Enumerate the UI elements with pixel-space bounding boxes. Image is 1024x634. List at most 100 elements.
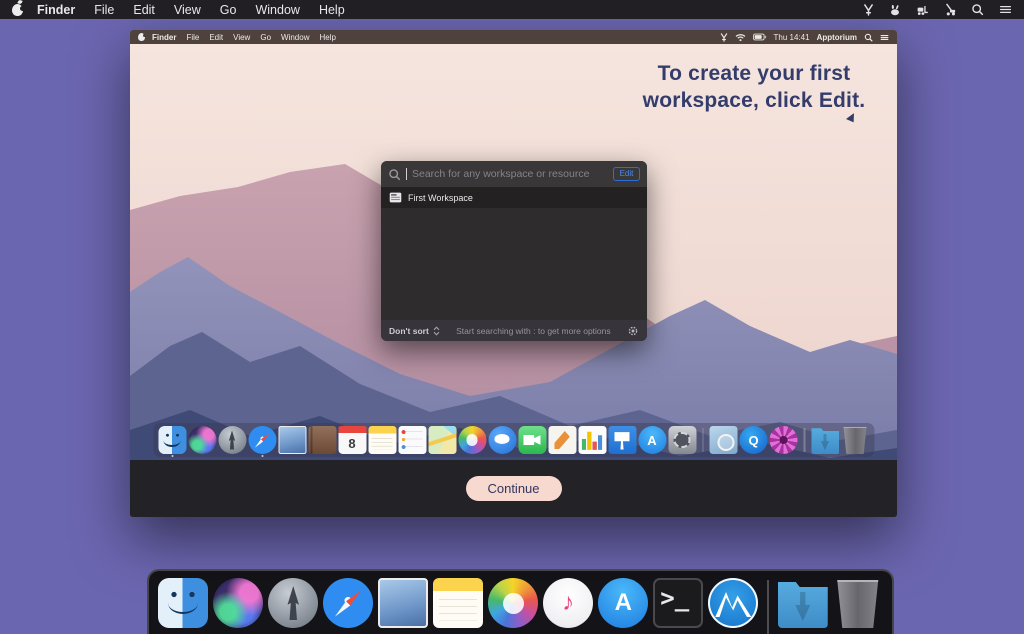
inner-vendor-menu[interactable]: Apptorium [817, 33, 857, 42]
rabbit-icon[interactable] [889, 4, 901, 16]
keynote-icon[interactable] [608, 426, 636, 454]
dock-item [668, 426, 696, 454]
dock-item: 8 [338, 426, 366, 454]
inner-menubar-item-help[interactable]: Help [319, 33, 335, 42]
trash-icon[interactable] [841, 426, 869, 454]
apple-logo-icon[interactable] [12, 4, 23, 16]
continue-button[interactable]: Continue [466, 476, 562, 501]
search-input[interactable] [412, 168, 608, 180]
dock-item [710, 426, 738, 454]
workspace-search-palette: Edit First Workspace Don't sort Start se… [381, 161, 647, 341]
mail-icon[interactable] [378, 578, 428, 628]
menubar-item-help[interactable]: Help [319, 3, 345, 17]
menu-bar: Finder File Edit View Go Window Help [0, 0, 1024, 19]
menubar-status-area [863, 3, 1012, 16]
search-icon[interactable] [971, 3, 984, 16]
inner-clock[interactable]: Thu 14:41 [774, 33, 810, 42]
dock-item [708, 578, 758, 634]
numbers-icon[interactable] [578, 426, 606, 454]
photos-icon[interactable] [458, 426, 486, 454]
terminal-icon[interactable]: >_ [653, 578, 703, 628]
menu-list-icon[interactable] [880, 33, 889, 42]
menubar-item-go[interactable]: Go [220, 3, 237, 17]
forklift-icon[interactable] [916, 4, 929, 16]
pages-icon[interactable] [548, 426, 576, 454]
menubar-app-name[interactable]: Finder [37, 3, 75, 17]
dock-item [378, 578, 428, 634]
menubar-item-edit[interactable]: Edit [133, 3, 155, 17]
mail-icon[interactable] [278, 426, 306, 454]
contacts-icon[interactable] [308, 426, 336, 454]
dock-item [608, 426, 636, 454]
finder-icon[interactable] [158, 426, 186, 454]
apple-logo-icon[interactable] [138, 33, 145, 41]
dock-item [323, 578, 373, 634]
search-icon[interactable] [864, 33, 873, 42]
menu-list-icon[interactable] [999, 3, 1012, 16]
inner-menubar-item-edit[interactable]: Edit [209, 33, 223, 42]
utility-tool-icon[interactable] [863, 4, 874, 16]
workspace-result-row[interactable]: First Workspace [381, 187, 647, 208]
utility-tool-icon[interactable] [720, 33, 728, 42]
sort-dropdown-label[interactable]: Don't sort [389, 326, 429, 336]
launchpad-icon[interactable] [218, 426, 246, 454]
app-store-icon[interactable]: A [598, 578, 648, 628]
menubar-item-file[interactable]: File [94, 3, 114, 17]
dock-item: Q [740, 426, 768, 454]
launchpad-icon[interactable] [268, 578, 318, 628]
finder-icon[interactable] [158, 578, 208, 628]
downloads-icon[interactable] [778, 578, 828, 628]
safari-icon[interactable] [323, 578, 373, 628]
inner-menubar-item-go[interactable]: Go [260, 33, 271, 42]
menubar-item-view[interactable]: View [174, 3, 201, 17]
workspaces-icon[interactable] [708, 578, 758, 628]
dock-item [188, 426, 216, 454]
dock-item [778, 578, 828, 634]
wifi-icon[interactable] [735, 33, 746, 42]
running-indicator [171, 455, 173, 457]
inner-menubar-item-view[interactable]: View [233, 33, 250, 42]
quicktime-icon[interactable]: Q [740, 426, 768, 454]
dock-item [518, 426, 546, 454]
gear-icon[interactable] [627, 325, 639, 337]
inner-menubar-status-area: Thu 14:41 Apptorium [720, 33, 889, 42]
reminders-icon[interactable] [398, 426, 426, 454]
itunes-icon[interactable]: ♪ [543, 578, 593, 628]
notes-icon[interactable] [433, 578, 483, 628]
siri-icon[interactable] [188, 426, 216, 454]
preview-icon[interactable] [710, 426, 738, 454]
menubar-item-window[interactable]: Window [255, 3, 299, 17]
inner-menubar-item-file[interactable]: File [186, 33, 199, 42]
dock-item [811, 426, 839, 454]
maps-icon[interactable] [428, 426, 456, 454]
dock-item [158, 578, 208, 634]
app-store-icon[interactable]: A [638, 426, 666, 454]
running-indicator [261, 455, 263, 457]
battery-icon[interactable] [753, 33, 767, 41]
sort-chevrons-icon[interactable] [433, 326, 440, 336]
search-icon [388, 168, 401, 181]
palette-results-area [381, 208, 647, 320]
dock-item [833, 578, 883, 634]
messages-icon[interactable] [488, 426, 516, 454]
dock-item [458, 426, 486, 454]
trash-icon[interactable] [833, 578, 883, 628]
dock-item: ♪ [543, 578, 593, 634]
calendar-icon[interactable]: 8 [338, 426, 366, 454]
system-preferences-icon[interactable] [668, 426, 696, 454]
photos-icon[interactable] [488, 578, 538, 628]
facetime-icon[interactable] [518, 426, 546, 454]
safari-icon[interactable] [248, 426, 276, 454]
siri-icon[interactable] [213, 578, 263, 628]
inner-menubar-app-name[interactable]: Finder [152, 33, 176, 42]
flower-icon[interactable] [770, 426, 798, 454]
inner-menu-bar: Finder File Edit View Go Window Help Thu 14:4… [130, 30, 897, 44]
dock-item [368, 426, 396, 454]
dock-item [268, 578, 318, 634]
hand-truck-icon[interactable] [944, 3, 956, 16]
inner-menubar-item-window[interactable]: Window [281, 33, 309, 42]
palette-search-bar: Edit [381, 161, 647, 187]
edit-button[interactable]: Edit [613, 167, 640, 181]
notes-icon[interactable] [368, 426, 396, 454]
downloads-icon[interactable] [811, 426, 839, 454]
